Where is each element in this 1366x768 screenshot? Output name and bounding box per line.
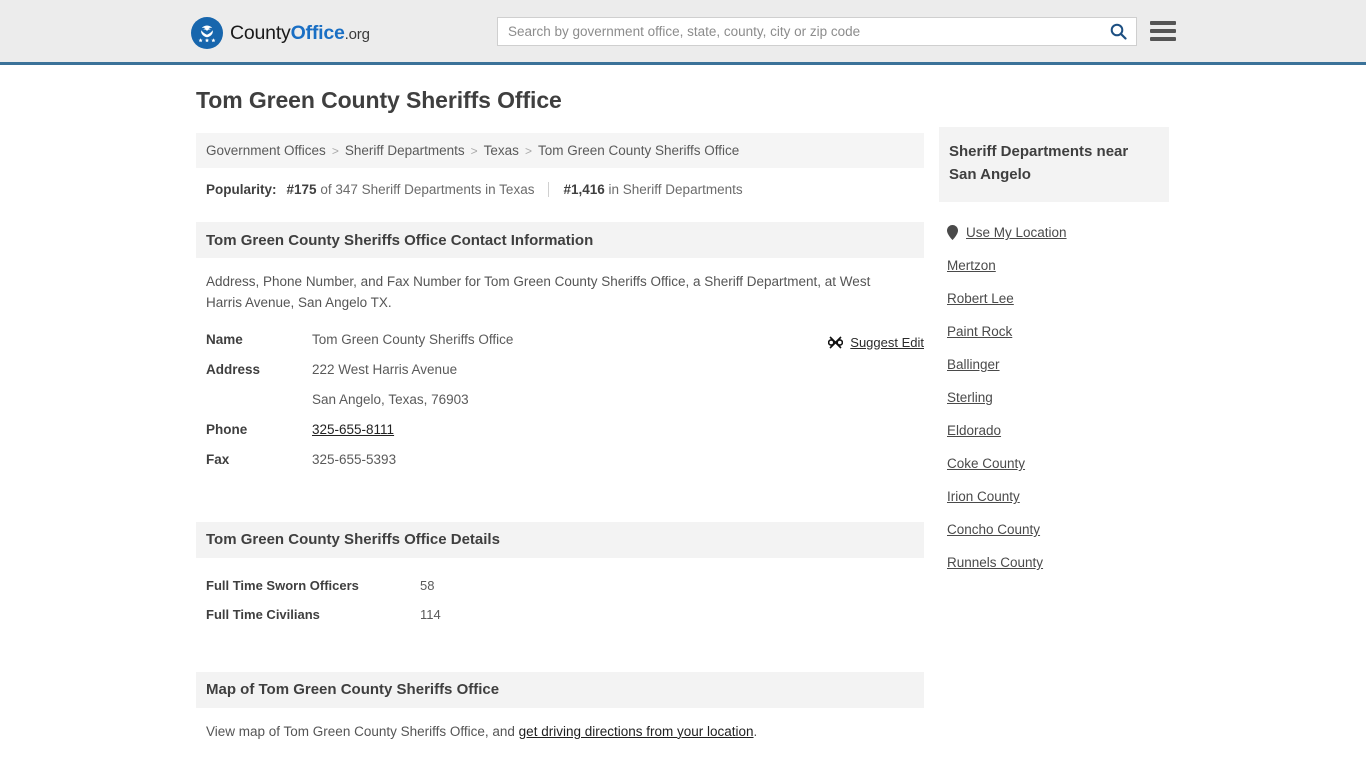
- sidebar-item-mertzon[interactable]: Mertzon: [939, 249, 1169, 282]
- contact-row-name: Name Tom Green County Sheriffs Office: [206, 332, 914, 362]
- contact-key-name: Name: [206, 331, 243, 347]
- details-table: Full Time Sworn Officers 58 Full Time Ci…: [196, 578, 924, 636]
- map-description-text: View map of Tom Green County Sheriffs Of…: [206, 723, 519, 739]
- sidebar-link-label[interactable]: Runnels County: [947, 555, 1043, 570]
- map-section-description: View map of Tom Green County Sheriffs Of…: [196, 724, 924, 739]
- search-bar[interactable]: [497, 17, 1137, 46]
- sidebar-link-label[interactable]: Mertzon: [947, 258, 996, 273]
- details-row-civilians: Full Time Civilians 114: [206, 607, 914, 636]
- contact-row-fax: Fax 325-655-5393: [206, 452, 914, 482]
- sidebar-link-label[interactable]: Irion County: [947, 489, 1020, 504]
- page-title: Tom Green County Sheriffs Office: [196, 87, 562, 113]
- logo-wordmark: CountyOffice.org: [230, 22, 370, 45]
- contact-table: Suggest Edit Name Tom Green County Sheri…: [196, 332, 924, 482]
- sidebar-link-label[interactable]: Concho County: [947, 522, 1040, 537]
- contact-row-city: San Angelo, Texas, 76903: [206, 392, 914, 422]
- contact-row-address: Address 222 West Harris Avenue: [206, 362, 914, 392]
- sidebar-heading: Sheriff Departments near San Angelo: [939, 127, 1169, 202]
- contact-section-description: Address, Phone Number, and Fax Number fo…: [206, 274, 871, 310]
- sidebar-item-concho-county[interactable]: Concho County: [939, 513, 1169, 546]
- sidebar-link-label[interactable]: Robert Lee: [947, 291, 1014, 306]
- sidebar: Sheriff Departments near San Angelo Use …: [939, 127, 1169, 579]
- sidebar-link-label[interactable]: Paint Rock: [947, 324, 1012, 339]
- logo-suffix: .org: [344, 25, 370, 43]
- logo-word-office: Office: [290, 21, 345, 44]
- map-section-heading: Map of Tom Green County Sheriffs Office: [196, 671, 924, 708]
- breadcrumb-item-government-offices[interactable]: Government Offices: [206, 143, 326, 158]
- eagle-seal-icon: [191, 17, 223, 49]
- contact-value-city-state-zip: San Angelo, Texas, 76903: [312, 391, 469, 407]
- search-icon: [1110, 23, 1127, 40]
- hamburger-bar: [1150, 21, 1176, 25]
- details-row-sworn-officers: Full Time Sworn Officers 58: [206, 578, 914, 607]
- search-button[interactable]: [1100, 18, 1136, 45]
- hamburger-bar: [1150, 37, 1176, 41]
- sidebar-item-paint-rock[interactable]: Paint Rock: [939, 315, 1169, 348]
- breadcrumb-separator-icon: >: [331, 143, 339, 158]
- breadcrumb-separator-icon: >: [470, 143, 478, 158]
- logo-word-county: County: [230, 21, 291, 44]
- main-content: Tom Green County Sheriffs Office Governm…: [196, 87, 924, 752]
- contact-value-phone-wrap: 325-655-8111: [312, 422, 394, 437]
- details-section-heading: Tom Green County Sheriffs Office Details: [196, 521, 924, 558]
- suggest-edit-button[interactable]: Suggest Edit: [828, 335, 924, 350]
- popularity-national-rank: #1,416: [563, 182, 605, 197]
- map-description-period: .: [753, 723, 758, 739]
- hamburger-bar: [1150, 29, 1176, 33]
- phone-link[interactable]: 325-655-8111: [312, 422, 394, 437]
- popularity-national-text: in Sheriff Departments: [608, 182, 743, 197]
- map-pin-icon: [947, 225, 958, 240]
- breadcrumb-item-texas[interactable]: Texas: [484, 143, 519, 158]
- contact-value-street: 222 West Harris Avenue: [312, 361, 458, 377]
- popularity-state-rank: #175: [286, 182, 317, 197]
- sidebar-item-coke-county[interactable]: Coke County: [939, 447, 1169, 480]
- breadcrumb-separator-icon: >: [524, 143, 532, 158]
- details-key-civilians: Full Time Civilians: [206, 606, 320, 622]
- breadcrumb: Government Offices > Sheriff Departments…: [196, 133, 924, 168]
- popularity-label: Popularity:: [206, 182, 277, 197]
- details-value-sworn-officers: 58: [420, 577, 435, 593]
- sidebar-item-irion-county[interactable]: Irion County: [939, 480, 1169, 513]
- sidebar-item-use-my-location[interactable]: Use My Location: [939, 216, 1169, 249]
- sidebar-link-label[interactable]: Ballinger: [947, 357, 1000, 372]
- suggest-edit-label: Suggest Edit: [850, 334, 924, 350]
- hamburger-menu-icon[interactable]: [1150, 19, 1176, 43]
- sidebar-item-robert-lee[interactable]: Robert Lee: [939, 282, 1169, 315]
- contact-value-fax: 325-655-5393: [312, 451, 397, 467]
- details-key-sworn-officers: Full Time Sworn Officers: [206, 577, 359, 593]
- popularity-state-text: of 347 Sheriff Departments in Texas: [320, 182, 535, 197]
- driving-directions-link[interactable]: get driving directions from your locatio…: [519, 724, 754, 739]
- sidebar-item-runnels-county[interactable]: Runnels County: [939, 546, 1169, 579]
- popularity-divider: [548, 182, 550, 197]
- contact-section-heading: Tom Green County Sheriffs Office Contact…: [196, 222, 924, 258]
- breadcrumb-item-current: Tom Green County Sheriffs Office: [537, 143, 740, 158]
- contact-key-address: Address: [206, 361, 261, 377]
- search-input[interactable]: [498, 18, 1100, 45]
- contact-key-fax: Fax: [206, 451, 230, 467]
- sidebar-link-label[interactable]: Sterling: [947, 390, 993, 405]
- contact-row-phone: Phone 325-655-8111: [206, 422, 914, 452]
- contact-value-name: Tom Green County Sheriffs Office: [312, 331, 514, 347]
- popularity-row: Popularity: #175 of 347 Sheriff Departme…: [196, 182, 924, 197]
- details-value-civilians: 114: [420, 606, 441, 622]
- sidebar-link-label[interactable]: Use My Location: [966, 225, 1067, 240]
- sidebar-link-list: Use My Location Mertzon Robert Lee Paint…: [939, 216, 1169, 579]
- sidebar-link-label[interactable]: Coke County: [947, 456, 1025, 471]
- sidebar-link-label[interactable]: Eldorado: [947, 423, 1001, 438]
- edit-suggest-icon: [828, 336, 844, 349]
- sidebar-item-ballinger[interactable]: Ballinger: [939, 348, 1169, 381]
- sidebar-item-sterling[interactable]: Sterling: [939, 381, 1169, 414]
- site-header: CountyOffice.org: [0, 0, 1366, 65]
- contact-key-phone: Phone: [206, 421, 248, 437]
- breadcrumb-item-sheriff-departments[interactable]: Sheriff Departments: [345, 143, 465, 158]
- site-logo[interactable]: CountyOffice.org: [191, 17, 370, 49]
- sidebar-item-eldorado[interactable]: Eldorado: [939, 414, 1169, 447]
